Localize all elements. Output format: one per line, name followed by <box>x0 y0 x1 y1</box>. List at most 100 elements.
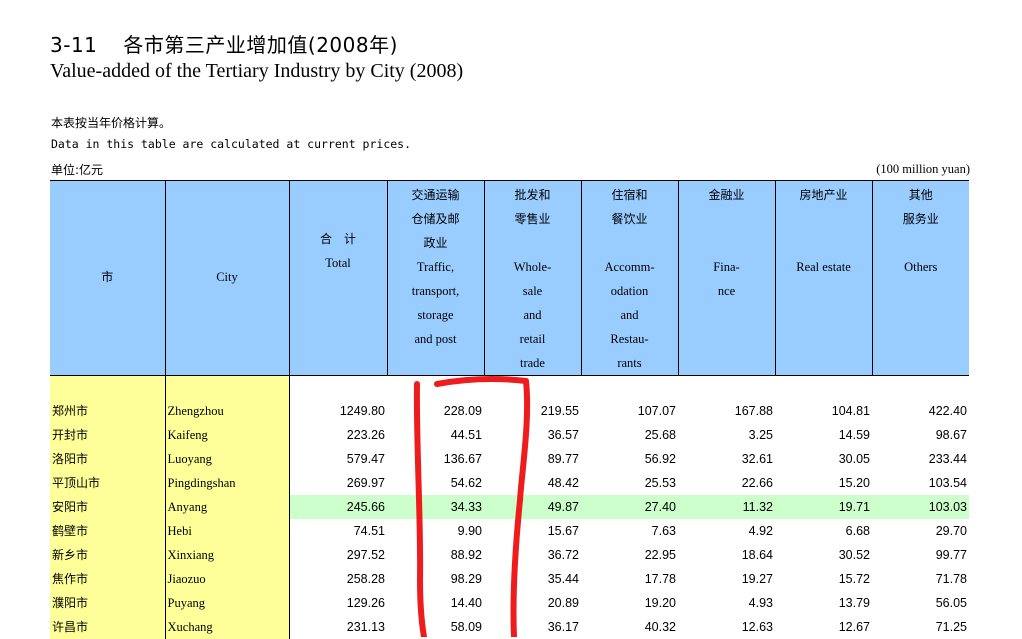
cell-finance: 32.61 <box>678 447 775 471</box>
cell-accom: 40.32 <box>581 615 678 639</box>
cell-trade: 36.72 <box>484 543 581 567</box>
page-title-en: Value-added of the Tertiary Industry by … <box>50 60 463 83</box>
header-trade: 批发和 零售业 Whole- sale and retail trade <box>484 181 581 376</box>
city-name-en: Puyang <box>165 591 289 615</box>
header-traffic: 交通运输 仓储及邮 政业 Traffic, transport, storage… <box>387 181 484 376</box>
header-finance: 金融业 Fina- nce <box>678 181 775 376</box>
table-row: 许昌市Xuchang231.1358.0936.1740.3212.6312.6… <box>50 615 969 639</box>
header-real-estate: 房地产业 Real estate <box>775 181 872 376</box>
table-row: 开封市Kaifeng223.2644.5136.5725.683.2514.59… <box>50 423 969 447</box>
cell-trade: 49.87 <box>484 495 581 519</box>
table-body: 郑州市Zhengzhou1249.80228.09219.55107.07167… <box>50 376 969 639</box>
page-title-cn: 3-11 各市第三产业增加值(2008年) <box>50 29 398 58</box>
table-row: 濮阳市Puyang129.2614.4020.8919.204.9313.795… <box>50 591 969 615</box>
tertiary-industry-table: 市 City 合 计 Total 交通运输 仓储及邮 政业 Traffic, t… <box>50 180 969 639</box>
header-total: 合 计 Total <box>289 181 387 376</box>
table-row: 新乡市Xinxiang297.5288.9236.7222.9518.6430.… <box>50 543 969 567</box>
cell-total: 223.26 <box>289 423 387 447</box>
header-city-en: City <box>165 181 289 376</box>
cell-others: 233.44 <box>872 447 969 471</box>
cell-traffic: 44.51 <box>387 423 484 447</box>
cell-others: 29.70 <box>872 519 969 543</box>
cell-realestate: 104.81 <box>775 399 872 423</box>
cell-traffic: 228.09 <box>387 399 484 423</box>
table-row: 鹤壁市Hebi74.519.9015.677.634.926.6829.70 <box>50 519 969 543</box>
cell-others: 103.03 <box>872 495 969 519</box>
cell-others: 56.05 <box>872 591 969 615</box>
city-name-en: Anyang <box>165 495 289 519</box>
city-name-cn: 开封市 <box>50 423 165 447</box>
cell-realestate: 13.79 <box>775 591 872 615</box>
cell-finance: 4.93 <box>678 591 775 615</box>
table-row: 洛阳市Luoyang579.47136.6789.7756.9232.6130.… <box>50 447 969 471</box>
cell-trade: 35.44 <box>484 567 581 591</box>
cell-accom: 22.95 <box>581 543 678 567</box>
cell-traffic: 88.92 <box>387 543 484 567</box>
spacer-row <box>50 376 969 400</box>
cell-others: 98.67 <box>872 423 969 447</box>
cell-total: 1249.80 <box>289 399 387 423</box>
cell-accom: 107.07 <box>581 399 678 423</box>
city-name-cn: 濮阳市 <box>50 591 165 615</box>
cell-realestate: 30.05 <box>775 447 872 471</box>
cell-finance: 4.92 <box>678 519 775 543</box>
cell-total: 579.47 <box>289 447 387 471</box>
cell-finance: 11.32 <box>678 495 775 519</box>
city-name-en: Hebi <box>165 519 289 543</box>
cell-trade: 36.17 <box>484 615 581 639</box>
cell-realestate: 6.68 <box>775 519 872 543</box>
cell-realestate: 12.67 <box>775 615 872 639</box>
city-name-cn: 新乡市 <box>50 543 165 567</box>
table-header-row: 市 City 合 计 Total 交通运输 仓储及邮 政业 Traffic, t… <box>50 181 969 376</box>
cell-traffic: 54.62 <box>387 471 484 495</box>
cell-finance: 3.25 <box>678 423 775 447</box>
cell-total: 297.52 <box>289 543 387 567</box>
cell-realestate: 15.72 <box>775 567 872 591</box>
cell-trade: 15.67 <box>484 519 581 543</box>
cell-finance: 22.66 <box>678 471 775 495</box>
city-name-en: Luoyang <box>165 447 289 471</box>
cell-traffic: 98.29 <box>387 567 484 591</box>
table-row: 焦作市Jiaozuo258.2898.2935.4417.7819.2715.7… <box>50 567 969 591</box>
city-name-en: Xuchang <box>165 615 289 639</box>
cell-finance: 19.27 <box>678 567 775 591</box>
cell-accom: 17.78 <box>581 567 678 591</box>
title-cn-text: 各市第三产业增加值(2008年) <box>123 33 398 57</box>
table-row: 平顶山市Pingdingshan269.9754.6248.4225.5322.… <box>50 471 969 495</box>
city-name-cn: 许昌市 <box>50 615 165 639</box>
cell-total: 269.97 <box>289 471 387 495</box>
cell-accom: 25.53 <box>581 471 678 495</box>
cell-accom: 7.63 <box>581 519 678 543</box>
cell-others: 71.78 <box>872 567 969 591</box>
header-accommodation: 住宿和 餐饮业 Accomm- odation and Restau- rant… <box>581 181 678 376</box>
cell-total: 74.51 <box>289 519 387 543</box>
unit-en: (100 million yuan) <box>876 162 970 177</box>
unit-cn: 单位:亿元 <box>51 161 103 178</box>
cell-total: 231.13 <box>289 615 387 639</box>
cell-total: 129.26 <box>289 591 387 615</box>
city-name-en: Zhengzhou <box>165 399 289 423</box>
cell-trade: 20.89 <box>484 591 581 615</box>
cell-finance: 12.63 <box>678 615 775 639</box>
cell-others: 103.54 <box>872 471 969 495</box>
city-name-cn: 安阳市 <box>50 495 165 519</box>
city-name-cn: 焦作市 <box>50 567 165 591</box>
city-name-en: Xinxiang <box>165 543 289 567</box>
city-name-en: Jiaozuo <box>165 567 289 591</box>
cell-finance: 18.64 <box>678 543 775 567</box>
cell-accom: 56.92 <box>581 447 678 471</box>
cell-trade: 89.77 <box>484 447 581 471</box>
city-name-cn: 平顶山市 <box>50 471 165 495</box>
city-name-en: Pingdingshan <box>165 471 289 495</box>
header-others: 其他 服务业 Others <box>872 181 969 376</box>
cell-others: 99.77 <box>872 543 969 567</box>
cell-realestate: 15.20 <box>775 471 872 495</box>
cell-accom: 27.40 <box>581 495 678 519</box>
city-name-cn: 洛阳市 <box>50 447 165 471</box>
header-city-cn: 市 <box>50 181 165 376</box>
note-cn: 本表按当年价格计算。 <box>51 114 171 131</box>
city-name-cn: 鹤壁市 <box>50 519 165 543</box>
cell-realestate: 30.52 <box>775 543 872 567</box>
cell-traffic: 9.90 <box>387 519 484 543</box>
table-number: 3-11 <box>50 33 97 57</box>
